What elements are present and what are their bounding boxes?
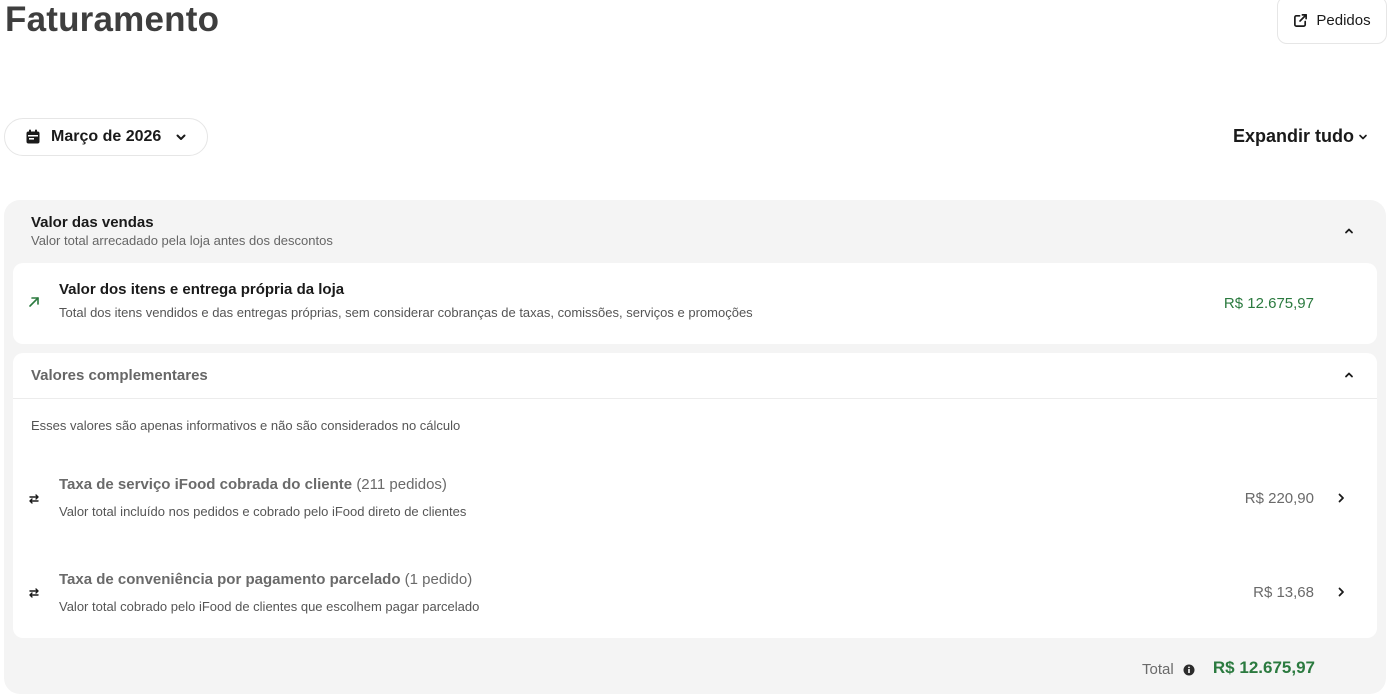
sales-item-title: Valor dos itens e entrega própria da loj… [59, 281, 345, 298]
chevron-right-icon[interactable] [1336, 586, 1346, 598]
row-order-count: (1 pedido) [404, 571, 473, 588]
expand-all-button[interactable]: Expandir tudo [1233, 126, 1368, 147]
complementary-note: Esses valores são apenas informativos e … [31, 418, 461, 433]
row-title-text: Taxa de serviço iFood cobrada do cliente [59, 476, 353, 493]
chevron-down-icon [1359, 134, 1367, 139]
sales-item-description: Total dos itens vendidos e das entregas … [59, 305, 753, 320]
chevron-right-icon[interactable] [1336, 492, 1346, 504]
complementary-row-value: R$ 13,68 [1253, 584, 1314, 601]
sales-item-card [13, 263, 1377, 344]
sales-section-title: Valor das vendas [31, 214, 154, 231]
swap-arrows-icon [29, 494, 39, 504]
complementary-row-title: Taxa de conveniência por pagamento parce… [59, 571, 472, 588]
complementary-row-title: Taxa de serviço iFood cobrada do cliente… [59, 476, 447, 493]
complementary-card [13, 353, 1377, 638]
sales-item-value: R$ 12.675,97 [1223, 295, 1314, 312]
complementary-section-title: Valores complementares [31, 367, 208, 384]
orders-button[interactable]: Pedidos [1277, 0, 1387, 44]
complementary-row-description: Valor total incluído nos pedidos e cobra… [59, 504, 467, 519]
expand-all-label: Expandir tudo [1233, 126, 1354, 146]
page-title: Faturamento [5, 0, 220, 39]
row-order-count: (211 pedidos) [356, 476, 447, 493]
month-selector[interactable]: Março de 2026 [4, 118, 208, 156]
chevron-down-icon [176, 134, 186, 140]
total-value: R$ 12.675,97 [1212, 658, 1315, 677]
orders-button-label: Pedidos [1316, 11, 1371, 29]
calendar-icon [26, 129, 40, 144]
trend-up-arrow-icon [29, 297, 39, 307]
month-selector-label: Março de 2026 [51, 128, 162, 145]
total-label: Total [1142, 661, 1174, 678]
chevron-up-icon[interactable] [1343, 226, 1355, 236]
complementary-row-description: Valor total cobrado pelo iFood de client… [59, 599, 480, 614]
sales-section-subtitle: Valor total arrecadado pela loja antes d… [31, 233, 333, 248]
info-icon[interactable] [1183, 664, 1195, 676]
row-title-text: Taxa de conveniência por pagamento parce… [59, 571, 401, 588]
chevron-up-icon[interactable] [1343, 370, 1355, 380]
swap-arrows-icon [29, 588, 39, 598]
divider [13, 398, 1377, 399]
external-link-icon [1294, 13, 1308, 27]
complementary-row-value: R$ 220,90 [1244, 490, 1314, 507]
